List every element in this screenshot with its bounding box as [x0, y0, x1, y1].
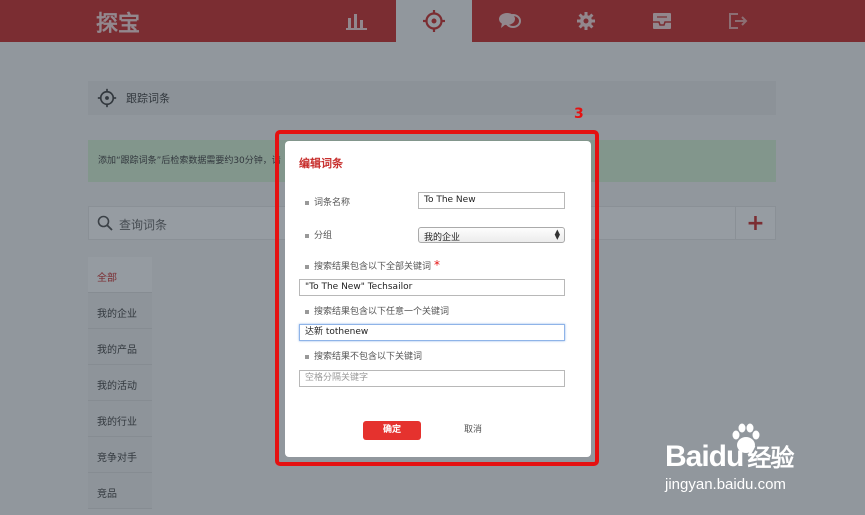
- edit-term-dialog: 编辑词条 词条名称 To The New 分组 我的企业 ▲ ▼ 搜索结果包含以下…: [285, 141, 591, 457]
- watermark-url: jingyan.baidu.com: [665, 476, 786, 493]
- bullet-square-icon: [305, 354, 309, 359]
- baidu-jingyan-watermark: Baidu 经验 jingyan.baidu.com: [665, 422, 865, 515]
- select-arrows-icon: ▲ ▼: [554, 228, 560, 241]
- group-select-value: 我的企业: [424, 233, 461, 243]
- group-label: 分组: [305, 228, 332, 241]
- exclude-keywords-input[interactable]: 空格分隔关键字: [299, 370, 565, 387]
- cancel-button[interactable]: 取消: [453, 421, 493, 440]
- annotation-step-number: 3: [574, 106, 584, 122]
- group-label-text: 分组: [314, 231, 333, 241]
- all-keywords-input[interactable]: "To The New" Techsailor: [299, 279, 565, 296]
- bullet-square-icon: [305, 309, 309, 314]
- bullet-square-icon: [305, 200, 309, 205]
- all-keywords-label-text: 搜索结果包含以下全部关键词: [314, 262, 432, 272]
- confirm-button[interactable]: 确定: [363, 421, 421, 440]
- exclude-keywords-label-text: 搜索结果不包含以下关键词: [314, 352, 423, 362]
- required-mark: *: [434, 258, 441, 272]
- all-keywords-label: 搜索结果包含以下全部关键词 *: [305, 258, 440, 272]
- paw-icon: [732, 423, 760, 453]
- term-name-label: 词条名称: [305, 195, 350, 208]
- any-keywords-label: 搜索结果包含以下任意一个关键词: [305, 304, 449, 317]
- dialog-title: 编辑词条: [299, 157, 343, 170]
- group-select[interactable]: 我的企业 ▲ ▼: [418, 227, 565, 243]
- bullet-square-icon: [305, 264, 309, 269]
- exclude-keywords-label: 搜索结果不包含以下关键词: [305, 349, 422, 362]
- bullet-square-icon: [305, 233, 309, 238]
- any-keywords-label-text: 搜索结果包含以下任意一个关键词: [314, 307, 450, 317]
- term-name-input[interactable]: To The New: [418, 192, 565, 209]
- any-keywords-input[interactable]: 达新 tothenew: [299, 324, 565, 341]
- term-name-label-text: 词条名称: [314, 198, 351, 208]
